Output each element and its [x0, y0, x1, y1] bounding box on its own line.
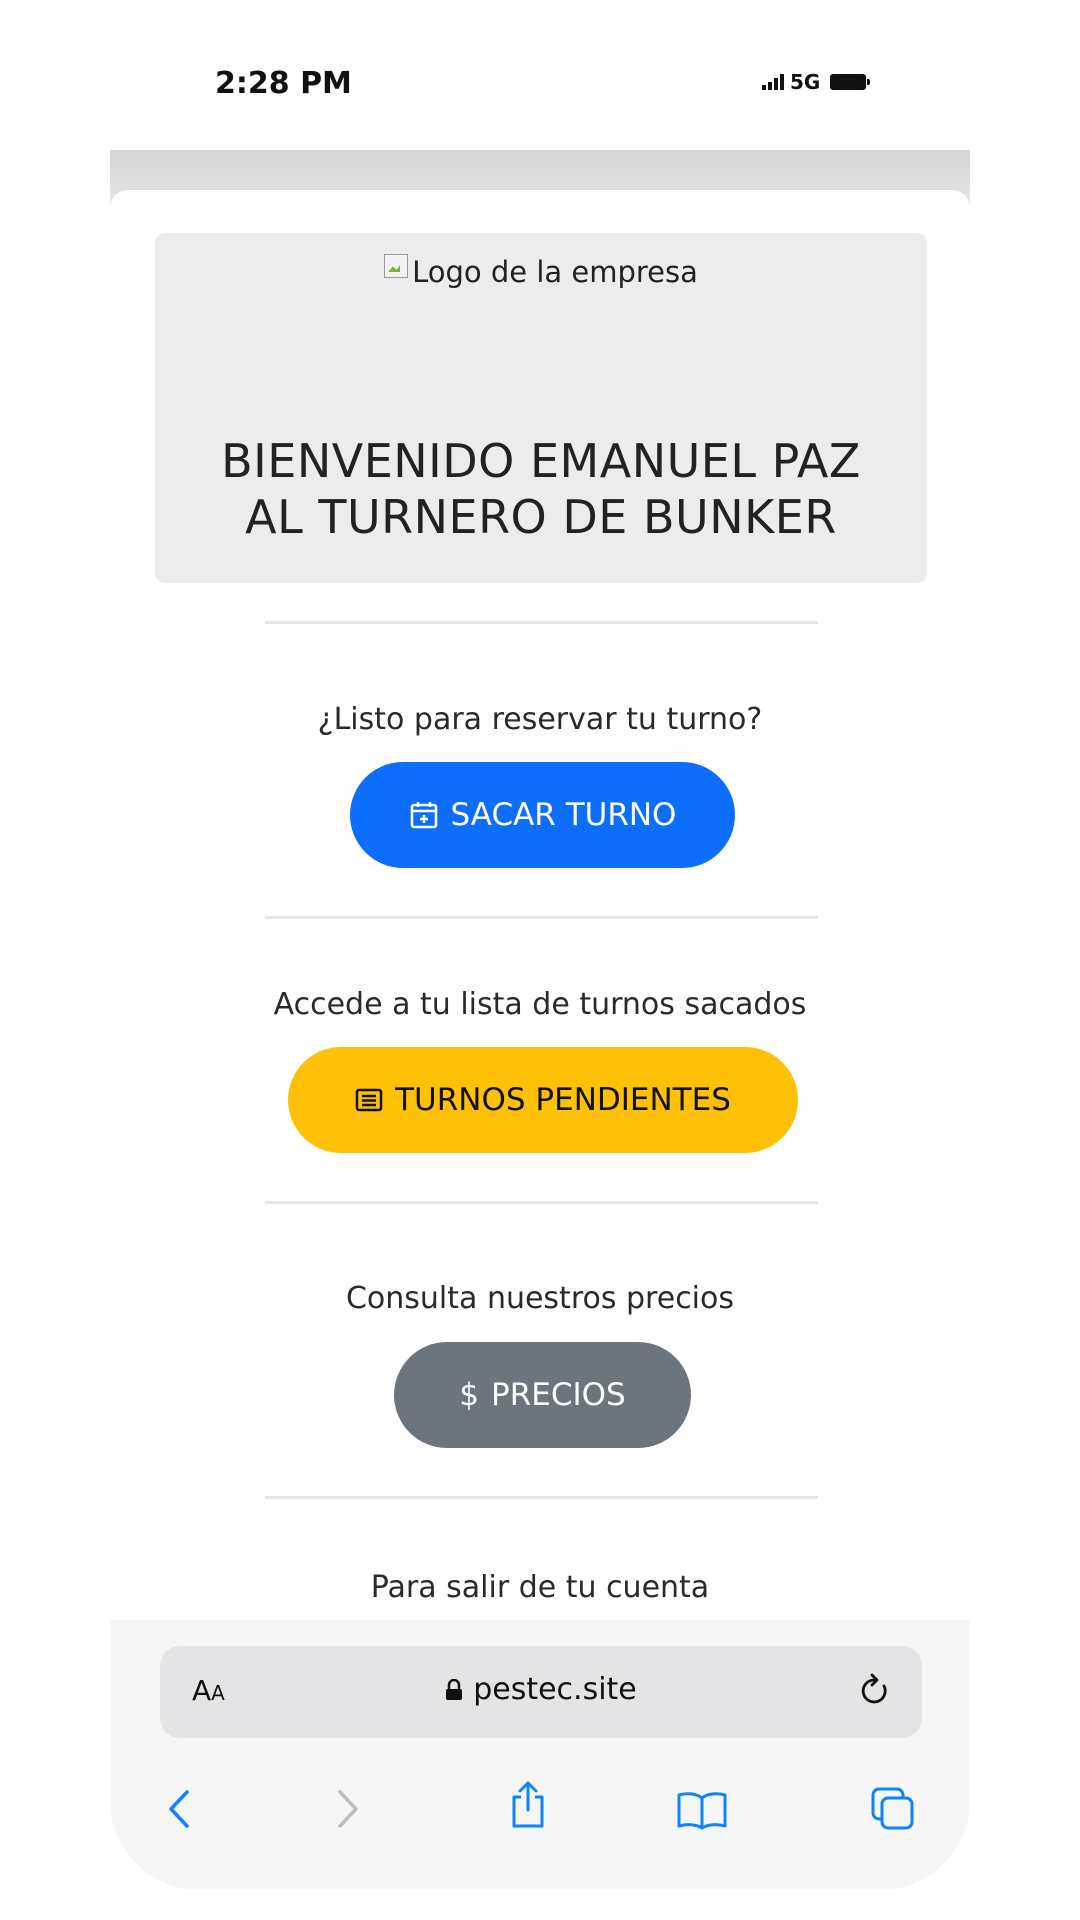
logout-prompt: Para salir de tu cuenta — [370, 1570, 710, 1605]
calendar-plus-icon — [410, 802, 437, 829]
welcome-line-2: AL TURNERO DE BUNKER — [245, 490, 837, 544]
logo-alt-text: Logo de la empresa — [412, 255, 698, 289]
bookmarks-icon[interactable] — [676, 1790, 728, 1830]
lock-icon — [446, 1678, 463, 1700]
signal-icon — [762, 74, 784, 90]
web-page[interactable]: Logo de la empresa BIENVENIDO EMANUEL PA… — [110, 190, 970, 1780]
network-label: 5G — [790, 70, 821, 94]
status-time: 2:28 PM — [215, 66, 352, 101]
reserve-prompt: ¿Listo para reservar tu turno? — [317, 702, 763, 737]
back-icon[interactable] — [165, 1788, 195, 1830]
divider — [265, 1201, 818, 1204]
tabs-icon[interactable] — [870, 1786, 916, 1832]
turnos-pendientes-label: TURNOS PENDIENTES — [395, 1082, 731, 1118]
company-logo: Logo de la empresa — [155, 254, 927, 289]
url-display[interactable]: pestec.site — [160, 1672, 922, 1707]
battery-icon — [830, 74, 871, 90]
dollar-icon: $ — [459, 1377, 480, 1413]
browser-toolbar: AA pestec.site — [110, 1620, 970, 1890]
divider — [265, 916, 818, 919]
welcome-card: Logo de la empresa BIENVENIDO EMANUEL PA… — [155, 233, 927, 583]
precios-button[interactable]: $ PRECIOS — [394, 1342, 691, 1448]
forward-icon[interactable] — [332, 1788, 362, 1830]
divider — [265, 621, 818, 624]
pending-prompt: Accede a tu lista de turnos sacados — [273, 987, 807, 1022]
sacar-turno-label: SACAR TURNO — [450, 797, 677, 833]
broken-image-icon — [384, 254, 409, 278]
reload-icon[interactable] — [858, 1672, 892, 1710]
browser-window: Logo de la empresa BIENVENIDO EMANUEL PA… — [110, 150, 970, 1890]
sacar-turno-button[interactable]: SACAR TURNO — [350, 762, 735, 868]
list-card-icon — [355, 1088, 383, 1112]
prices-prompt: Consulta nuestros precios — [345, 1281, 735, 1316]
status-indicators: 5G — [762, 70, 871, 94]
divider — [265, 1496, 818, 1499]
precios-label: PRECIOS — [491, 1377, 626, 1413]
welcome-heading: BIENVENIDO EMANUEL PAZ AL TURNERO DE BUN… — [155, 433, 927, 545]
url-domain: pestec.site — [473, 1672, 637, 1707]
screen: 2:28 PM 5G Logo de la empresa BIENVENIDO… — [0, 0, 1080, 1920]
share-icon[interactable] — [508, 1780, 548, 1830]
address-bar[interactable]: AA pestec.site — [160, 1646, 922, 1738]
welcome-line-1: BIENVENIDO EMANUEL PAZ — [221, 434, 861, 488]
turnos-pendientes-button[interactable]: TURNOS PENDIENTES — [288, 1047, 798, 1153]
